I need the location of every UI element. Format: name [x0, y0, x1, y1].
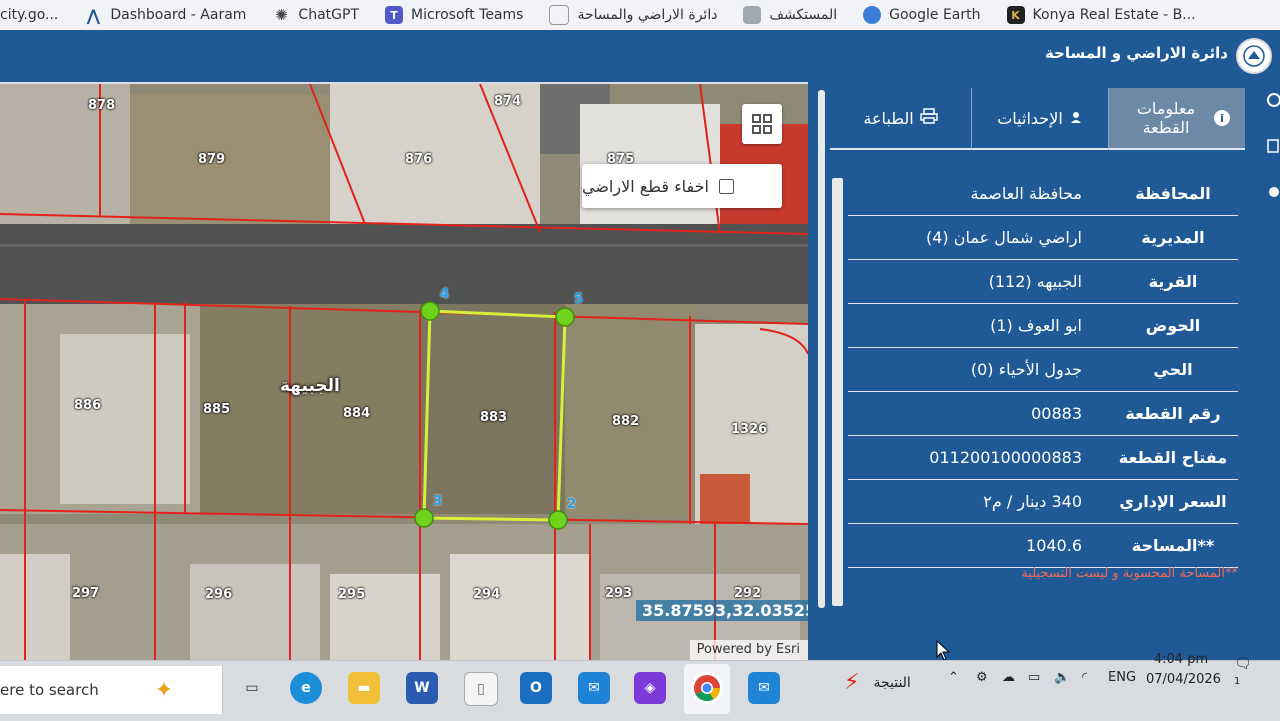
- edge-icon[interactable]: e: [290, 672, 322, 704]
- area-note: **المساحة المحسوبة و ليست التسجيلية: [1021, 566, 1238, 581]
- file-explorer-icon[interactable]: ▬: [348, 672, 380, 704]
- info-row-parcel-number: رقم القطعة 00883: [848, 392, 1238, 436]
- vertex-label: 4: [440, 287, 450, 302]
- teams-icon: T: [384, 6, 403, 24]
- file-icon[interactable]: ▯: [464, 672, 498, 706]
- aaram-icon: ⋀: [86, 5, 101, 25]
- side-toolbar: [1262, 82, 1280, 660]
- tab-parcel-info[interactable]: i معلومات القطعة: [1109, 88, 1245, 150]
- dls-logo-icon: [1236, 38, 1272, 74]
- info-row-area: **المساحة 1040.6: [848, 524, 1238, 568]
- sparkle-icon: ✦: [154, 677, 174, 703]
- notification-icon: 🗨: [1234, 656, 1252, 672]
- parcel-label: 1326: [731, 422, 768, 437]
- dls-icon: [549, 5, 570, 25]
- news-icon: ⚡: [844, 670, 860, 695]
- info-row-parcel-key: مفتاح القطعة 011200100000883: [848, 436, 1238, 480]
- task-view-icon[interactable]: ▭: [236, 672, 268, 704]
- app-purple-icon[interactable]: ◈: [634, 672, 666, 704]
- chatgpt-icon: ✺: [275, 6, 288, 24]
- info-row-neighborhood: الحي جدول الأحياء (0): [848, 348, 1238, 392]
- info-row-governorate: المحافظة محافظة العاصمة: [848, 172, 1238, 216]
- tab-coordinates[interactable]: الإحداثيات: [971, 88, 1109, 150]
- parcel-label: 296: [205, 587, 233, 602]
- battery-icon[interactable]: ▭: [1028, 670, 1040, 685]
- vertex-label: 2: [567, 497, 577, 512]
- cloud-icon[interactable]: ☁: [1002, 670, 1015, 685]
- bookmark-dls[interactable]: دائرة الاراضي والمساحة: [549, 5, 717, 25]
- parcel-info-list: المحافظة محافظة العاصمة المديرية اراضي شما…: [848, 172, 1238, 568]
- parcel-label: 886: [74, 398, 102, 413]
- parcel-label: 885: [203, 402, 231, 417]
- hide-parcels-label: اخفاء قطع الاراضي: [582, 176, 709, 196]
- app-title: دائرة الاراضي و المساحة: [1044, 44, 1228, 62]
- info-scrollbar[interactable]: [832, 178, 843, 606]
- outlook-icon[interactable]: O: [520, 672, 552, 704]
- bookmark-aaram[interactable]: ⋀ Dashboard - Aaram: [84, 5, 247, 25]
- volume-icon[interactable]: 🔈: [1054, 670, 1070, 685]
- parcel-label: 876: [405, 152, 433, 167]
- info-row-admin-price: السعر الإداري 340 دينار / م٢: [848, 480, 1238, 524]
- chevron-up-icon[interactable]: ⌃: [948, 670, 959, 685]
- tray-app-icon[interactable]: ⚙: [976, 670, 988, 685]
- info-row-directorate: المديرية اراضي شمال عمان (4): [848, 216, 1238, 260]
- location-icon: [1069, 109, 1083, 128]
- parcel-label: 879: [198, 152, 226, 167]
- coordinates-readout: 35.87593,32.03525: [636, 600, 823, 621]
- notifications-button[interactable]: 🗨 1: [1234, 656, 1260, 687]
- layers-icon: [1267, 139, 1279, 153]
- news-widget[interactable]: ⚡ النتيجة: [844, 670, 911, 695]
- panel-tabs: i معلومات القطعة الإحداثيات الطباعة: [830, 88, 1245, 154]
- bookmark-city[interactable]: city.go...: [0, 7, 58, 23]
- mouse-cursor-icon: [936, 640, 951, 661]
- printer-icon: [919, 108, 938, 128]
- chrome-icon[interactable]: [691, 672, 723, 704]
- info-icon: i: [1214, 110, 1230, 126]
- hide-parcels-toggle[interactable]: اخفاء قطع الاراضي: [582, 164, 782, 208]
- vertex-label: 3: [433, 494, 443, 509]
- parcel-label: 884: [343, 406, 371, 421]
- bookmark-earth[interactable]: Google Earth: [863, 6, 981, 24]
- bookmark-explorer[interactable]: المستكشف: [743, 6, 837, 24]
- language-indicator[interactable]: ENG: [1108, 670, 1136, 685]
- parcel-label: 883: [480, 410, 508, 425]
- bookmarks-bar: city.go... ⋀ Dashboard - Aaram ✺ ChatGPT T…: [0, 0, 1280, 31]
- info-row-village: القرية الجبيهه (112): [848, 260, 1238, 304]
- hide-parcels-checkbox[interactable]: [718, 178, 734, 194]
- location-icon: [1269, 187, 1279, 197]
- powered-by-esri[interactable]: Powered by Esri: [690, 640, 808, 660]
- bookmark-konya[interactable]: K Konya Real Estate - B...: [1006, 6, 1196, 24]
- parcel-label: 874: [494, 94, 522, 109]
- parcel-label: 293: [605, 586, 633, 601]
- bookmark-chatgpt[interactable]: ✺ ChatGPT: [272, 6, 359, 24]
- taskbar-search[interactable]: ere to search ✦: [0, 666, 223, 714]
- parcel-label: 292: [734, 586, 762, 601]
- panel-scrollbar[interactable]: [818, 90, 825, 608]
- system-clock[interactable]: 4:04 pm 07/04/2026: [1146, 650, 1221, 690]
- mail-icon[interactable]: ✉: [578, 672, 610, 704]
- earth-icon: [863, 6, 882, 24]
- parcel-label: 878: [88, 98, 116, 113]
- explorer-icon: [743, 6, 762, 24]
- word-icon[interactable]: W: [406, 672, 438, 704]
- parcel-label: 297: [72, 586, 100, 601]
- grid-view-button[interactable]: [742, 104, 782, 144]
- parcel-label: 295: [338, 587, 366, 602]
- konya-icon: K: [1006, 6, 1025, 24]
- area-label: الجبيهة: [280, 376, 340, 396]
- mail-alt-icon[interactable]: ✉: [748, 672, 780, 704]
- parcel-label: 294: [473, 587, 501, 602]
- grid-icon: [752, 114, 772, 134]
- tab-printing[interactable]: الطباعة: [830, 88, 971, 150]
- info-row-basin: الحوض ابو العوف (1): [848, 304, 1238, 348]
- parcel-label: 882: [612, 414, 640, 429]
- bookmark-teams[interactable]: T Microsoft Teams: [384, 6, 523, 24]
- vertex-label: 5: [574, 292, 584, 307]
- wifi-icon[interactable]: ◜: [1082, 670, 1087, 685]
- search-icon: [1267, 93, 1280, 107]
